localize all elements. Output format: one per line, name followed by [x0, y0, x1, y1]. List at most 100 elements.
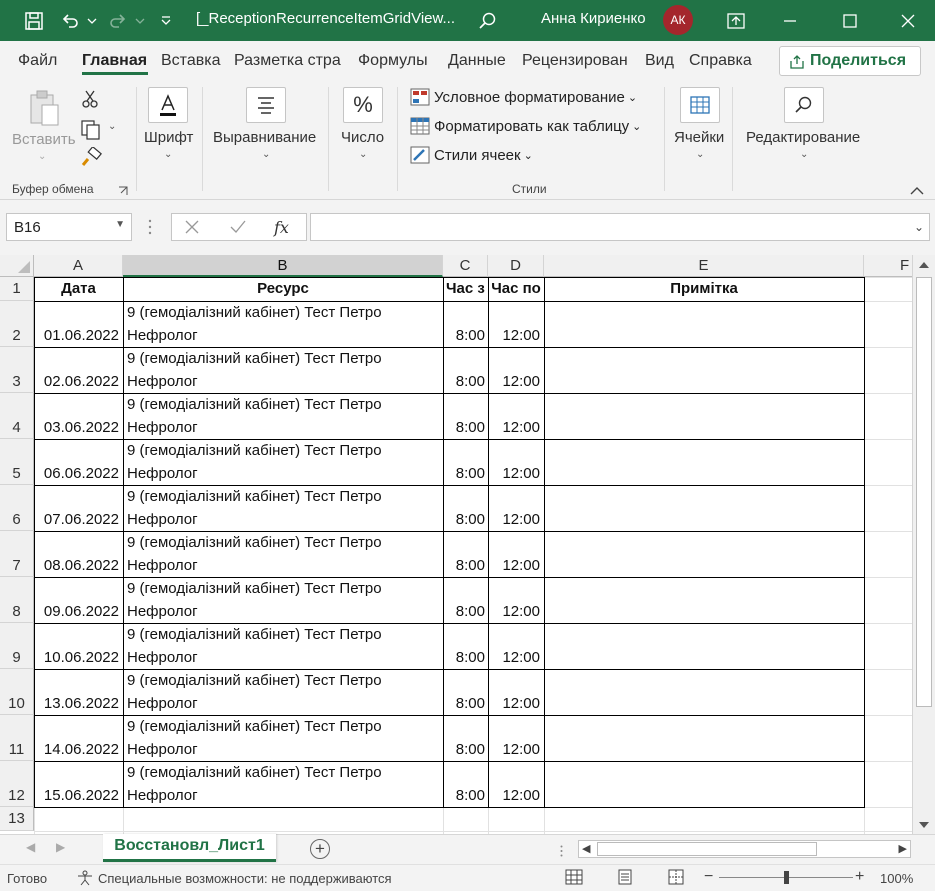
header-date[interactable]: Дата	[34, 277, 123, 301]
row-header[interactable]: 11	[0, 715, 34, 761]
maximize-icon[interactable]	[838, 0, 862, 41]
copy-icon[interactable]	[80, 119, 102, 144]
column-header-b[interactable]: B	[123, 255, 443, 277]
time-to-cell[interactable]: 12:00	[488, 324, 544, 347]
font-chevron-icon[interactable]: ⌄	[164, 149, 172, 160]
time-from-cell[interactable]: 8:00	[443, 554, 488, 577]
cells-label[interactable]: Ячейки	[674, 129, 724, 146]
time-from-cell[interactable]: 8:00	[443, 784, 488, 807]
horizontal-scrollbar[interactable]: ◀ ▶	[578, 840, 911, 858]
format-as-table-button[interactable]: Форматировать как таблицу ⌄	[410, 117, 641, 135]
font-icon[interactable]	[148, 87, 188, 123]
zoom-slider-thumb[interactable]	[784, 871, 789, 884]
date-cell[interactable]: 15.06.2022	[34, 784, 123, 807]
resource-cell-line1[interactable]: 9 (гемодіалізний кабінет) Тест Петро	[127, 485, 443, 508]
name-box[interactable]: B16 ▼	[6, 213, 132, 241]
resource-cell-line1[interactable]: 9 (гемодіалізний кабінет) Тест Петро	[127, 761, 443, 784]
time-to-cell[interactable]: 12:00	[488, 416, 544, 439]
font-label[interactable]: Шрифт	[144, 129, 193, 146]
header-resource[interactable]: Ресурс	[123, 277, 443, 301]
cut-icon[interactable]	[80, 89, 100, 112]
copy-chevron-icon[interactable]: ⌄	[108, 121, 116, 132]
time-to-cell[interactable]: 12:00	[488, 462, 544, 485]
minimize-icon[interactable]	[778, 0, 802, 41]
paste-chevron-icon[interactable]: ⌄	[38, 151, 46, 162]
editing-chevron-icon[interactable]: ⌄	[800, 149, 808, 160]
cell-styles-button[interactable]: Стили ячеек ⌄	[410, 146, 533, 164]
cells-icon[interactable]	[680, 87, 720, 123]
scroll-right-icon[interactable]: ▶	[899, 842, 907, 855]
tab-insert[interactable]: Вставка	[161, 52, 220, 70]
row-header[interactable]: 2	[0, 301, 34, 347]
date-cell[interactable]: 07.06.2022	[34, 508, 123, 531]
date-cell[interactable]: 09.06.2022	[34, 600, 123, 623]
ribbon-display-icon[interactable]	[724, 0, 748, 41]
resource-cell-line1[interactable]: 9 (гемодіалізний кабінет) Тест Петро	[127, 439, 443, 462]
resource-cell-line2[interactable]: Нефролог	[127, 600, 443, 623]
alignment-label[interactable]: Выравнивание	[213, 129, 316, 146]
tab-review[interactable]: Рецензирован	[522, 52, 628, 70]
resource-cell-line1[interactable]: 9 (гемодіалізний кабінет) Тест Петро	[127, 577, 443, 600]
tab-view[interactable]: Вид	[645, 52, 674, 70]
collapse-ribbon-icon[interactable]	[910, 183, 924, 199]
name-box-dropdown-icon[interactable]: ▼	[115, 219, 125, 230]
row-header[interactable]: 8	[0, 577, 34, 623]
save-icon[interactable]	[22, 0, 46, 41]
scroll-thumb[interactable]	[916, 277, 932, 707]
scroll-up-icon[interactable]	[918, 261, 930, 269]
resource-cell-line1[interactable]: 9 (гемодіалізний кабінет) Тест Петро	[127, 393, 443, 416]
redo-dropdown-icon[interactable]	[134, 0, 146, 41]
resource-cell-line2[interactable]: Нефролог	[127, 554, 443, 577]
resource-cell-line2[interactable]: Нефролог	[127, 508, 443, 531]
time-from-cell[interactable]: 8:00	[443, 646, 488, 669]
resource-cell-line2[interactable]: Нефролог	[127, 738, 443, 761]
accessibility-icon[interactable]	[76, 870, 94, 886]
row-header[interactable]: 10	[0, 669, 34, 715]
redo-icon[interactable]	[106, 0, 130, 41]
tab-data[interactable]: Данные	[448, 52, 506, 70]
insert-function-icon[interactable]: fx	[274, 218, 289, 237]
editing-label[interactable]: Редактирование	[746, 129, 860, 146]
resource-cell-line1[interactable]: 9 (гемодіалізний кабінет) Тест Петро	[127, 531, 443, 554]
row-header[interactable]: 5	[0, 439, 34, 485]
resource-cell-line2[interactable]: Нефролог	[127, 416, 443, 439]
dialog-launcher-icon[interactable]	[118, 183, 128, 199]
share-button[interactable]: Поделиться	[779, 46, 921, 76]
resource-cell-line2[interactable]: Нефролог	[127, 462, 443, 485]
conditional-formatting-button[interactable]: Условное форматирование ⌄	[410, 88, 637, 106]
row-header[interactable]: 1	[0, 277, 34, 301]
resource-cell-line1[interactable]: 9 (гемодіалізний кабінет) Тест Петро	[127, 347, 443, 370]
time-from-cell[interactable]: 8:00	[443, 370, 488, 393]
spreadsheet-grid[interactable]: A B C D E F 1 Дата Ресурс Час з Час по П…	[0, 255, 912, 834]
time-from-cell[interactable]: 8:00	[443, 508, 488, 531]
time-to-cell[interactable]: 12:00	[488, 554, 544, 577]
time-to-cell[interactable]: 12:00	[488, 784, 544, 807]
date-cell[interactable]: 10.06.2022	[34, 646, 123, 669]
prev-sheet-icon[interactable]: ◀	[26, 840, 35, 854]
column-header-d[interactable]: D	[488, 255, 544, 277]
undo-dropdown-icon[interactable]	[86, 0, 98, 41]
date-cell[interactable]: 06.06.2022	[34, 462, 123, 485]
tab-page-layout[interactable]: Разметка стра	[234, 52, 341, 70]
undo-icon[interactable]	[58, 0, 82, 41]
time-from-cell[interactable]: 8:00	[443, 324, 488, 347]
time-from-cell[interactable]: 8:00	[443, 692, 488, 715]
column-header-a[interactable]: A	[34, 255, 123, 277]
find-icon[interactable]	[784, 87, 824, 123]
time-from-cell[interactable]: 8:00	[443, 462, 488, 485]
page-layout-icon[interactable]	[617, 869, 633, 885]
alignment-icon[interactable]	[246, 87, 286, 123]
date-cell[interactable]: 02.06.2022	[34, 370, 123, 393]
add-sheet-icon[interactable]: +	[310, 839, 330, 859]
avatar[interactable]: АК	[663, 5, 693, 35]
date-cell[interactable]: 14.06.2022	[34, 738, 123, 761]
row-header[interactable]: 3	[0, 347, 34, 393]
tab-home[interactable]: Главная	[82, 52, 147, 70]
select-all-corner[interactable]	[0, 255, 34, 277]
resource-cell-line2[interactable]: Нефролог	[127, 324, 443, 347]
time-to-cell[interactable]: 12:00	[488, 508, 544, 531]
time-from-cell[interactable]: 8:00	[443, 416, 488, 439]
resource-cell-line1[interactable]: 9 (гемодіалізний кабінет) Тест Петро	[127, 301, 443, 324]
tab-formulas[interactable]: Формулы	[358, 52, 428, 70]
tab-file[interactable]: Файл	[18, 52, 57, 70]
